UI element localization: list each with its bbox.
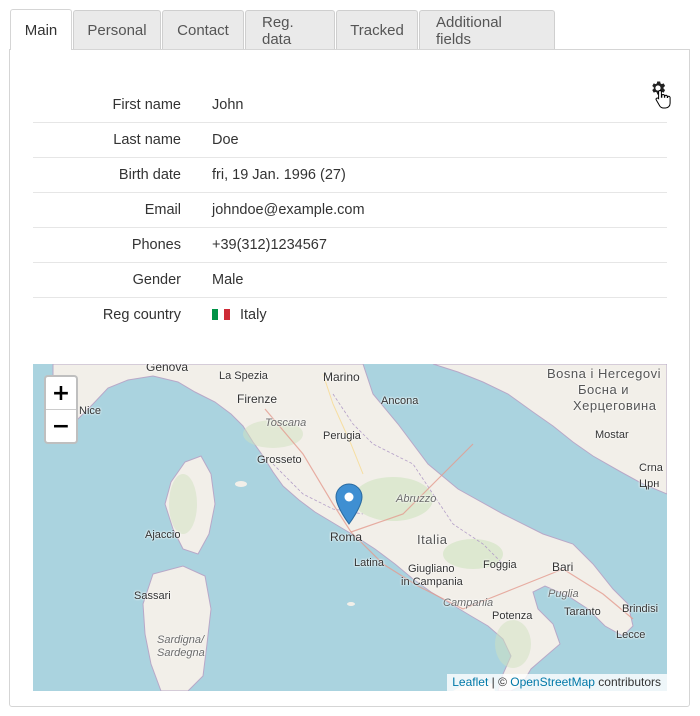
- phones-value: +39(312)1234567: [212, 227, 667, 263]
- map-marker-icon[interactable]: [335, 483, 363, 525]
- tab-contact[interactable]: Contact: [162, 10, 244, 50]
- map-label-potenza: Potenza: [492, 610, 533, 622]
- map-label-roma: Roma: [330, 530, 363, 544]
- map-label-brindisi: Brindisi: [622, 603, 659, 615]
- map-label-crna-cyr: Црн: [639, 478, 660, 490]
- openstreetmap-link[interactable]: OpenStreetMap: [510, 675, 595, 689]
- birth-date-value: fri, 19 Jan. 1996 (27): [212, 157, 667, 193]
- map-label-in-campania: in Campania: [401, 576, 463, 588]
- tab-personal[interactable]: Personal: [73, 10, 161, 50]
- gender-value: Male: [212, 262, 667, 298]
- table-row: Gender Male: [33, 262, 667, 298]
- map-label-italia: Italia: [417, 532, 448, 547]
- map-label-bosna-cyr: Босна и: [578, 382, 630, 397]
- map-label-puglia: Puglia: [548, 588, 579, 600]
- leaflet-link[interactable]: Leaflet: [452, 675, 488, 689]
- map-label-sassari: Sassari: [134, 590, 171, 602]
- tab-additional-fields[interactable]: Additional fields: [419, 10, 555, 50]
- map-label-toscana: Toscana: [265, 417, 307, 429]
- table-row: Phones +39(312)1234567: [33, 227, 667, 263]
- table-row: Reg country Italy: [33, 298, 667, 333]
- gender-label: Gender: [33, 262, 212, 298]
- attribution-separator: | ©: [488, 675, 511, 689]
- map-label-sardegna: Sardegna: [157, 647, 205, 659]
- map-view[interactable]: Genova La Spezia Marino Nice Firenze Anc…: [33, 364, 667, 691]
- map-label-abruzzo: Abruzzo: [396, 493, 437, 505]
- flag-stripe-red: [224, 309, 230, 320]
- last-name-value: Doe: [212, 122, 667, 158]
- reg-country-value: Italy: [240, 307, 267, 323]
- map-label-lecce: Lecce: [616, 629, 646, 641]
- map-label-campania: Campania: [443, 597, 494, 609]
- map-label-foggia: Foggia: [483, 559, 517, 571]
- map-attribution: Leaflet | © OpenStreetMap contributors: [447, 674, 667, 691]
- zoom-control: + −: [44, 375, 78, 444]
- map-label-firenze: Firenze: [237, 392, 278, 406]
- table-row: Birth date fri, 19 Jan. 1996 (27): [33, 157, 667, 193]
- map-label-bosna: Bosna i Hercegovi: [547, 366, 661, 381]
- email-label: Email: [33, 192, 212, 228]
- zoom-out-button[interactable]: −: [46, 410, 76, 442]
- phones-label: Phones: [33, 227, 212, 263]
- map-label-marino: Marino: [323, 370, 360, 384]
- first-name-value: John: [212, 88, 667, 123]
- map-label-grosseto: Grosseto: [257, 454, 302, 466]
- email-value: johndoe@example.com: [212, 192, 667, 228]
- map-label-taranto: Taranto: [564, 606, 601, 618]
- italy-flag-icon: [212, 308, 230, 320]
- map-label-sardigna: Sardigna/: [157, 634, 205, 646]
- birth-date-label: Birth date: [33, 157, 212, 193]
- map-label-latina: Latina: [354, 557, 384, 569]
- last-name-label: Last name: [33, 122, 212, 158]
- table-row: Last name Doe: [33, 122, 667, 158]
- map-label-ancona: Ancona: [381, 395, 419, 407]
- map-label-ajaccio: Ajaccio: [145, 529, 181, 541]
- map-tiles[interactable]: [33, 364, 667, 691]
- tab-main[interactable]: Main: [10, 9, 72, 50]
- reg-country-cell: Italy: [212, 298, 667, 333]
- map-label-nice: Nice: [79, 405, 102, 417]
- table-row: Email johndoe@example.com: [33, 192, 667, 228]
- map-label-la-spezia: La Spezia: [219, 370, 268, 382]
- tab-tracked[interactable]: Tracked: [336, 10, 418, 50]
- map-label-mostar: Mostar: [595, 429, 629, 441]
- tab-bar: Main Personal Contact Reg. data Tracked …: [10, 9, 556, 50]
- map-label-crna: Crna: [639, 462, 663, 474]
- map-label-genova: Genova: [146, 364, 189, 374]
- tab-reg-data[interactable]: Reg. data: [245, 10, 335, 50]
- hand-pointer-icon: [655, 89, 671, 109]
- zoom-in-button[interactable]: +: [46, 377, 76, 410]
- user-info-table: First name John Last name Doe Birth date…: [33, 88, 667, 332]
- attribution-suffix: contributors: [594, 675, 661, 689]
- table-row: First name John: [33, 88, 667, 123]
- reg-country-label: Reg country: [102, 307, 181, 323]
- map-label-perugia: Perugia: [323, 430, 361, 442]
- map-label-giugliano: Giugliano: [408, 563, 455, 575]
- map-label-bari: Bari: [552, 560, 574, 574]
- first-name-label: First name: [33, 88, 212, 123]
- map-label-hercegovina-cyr: Херцеговина: [573, 398, 657, 413]
